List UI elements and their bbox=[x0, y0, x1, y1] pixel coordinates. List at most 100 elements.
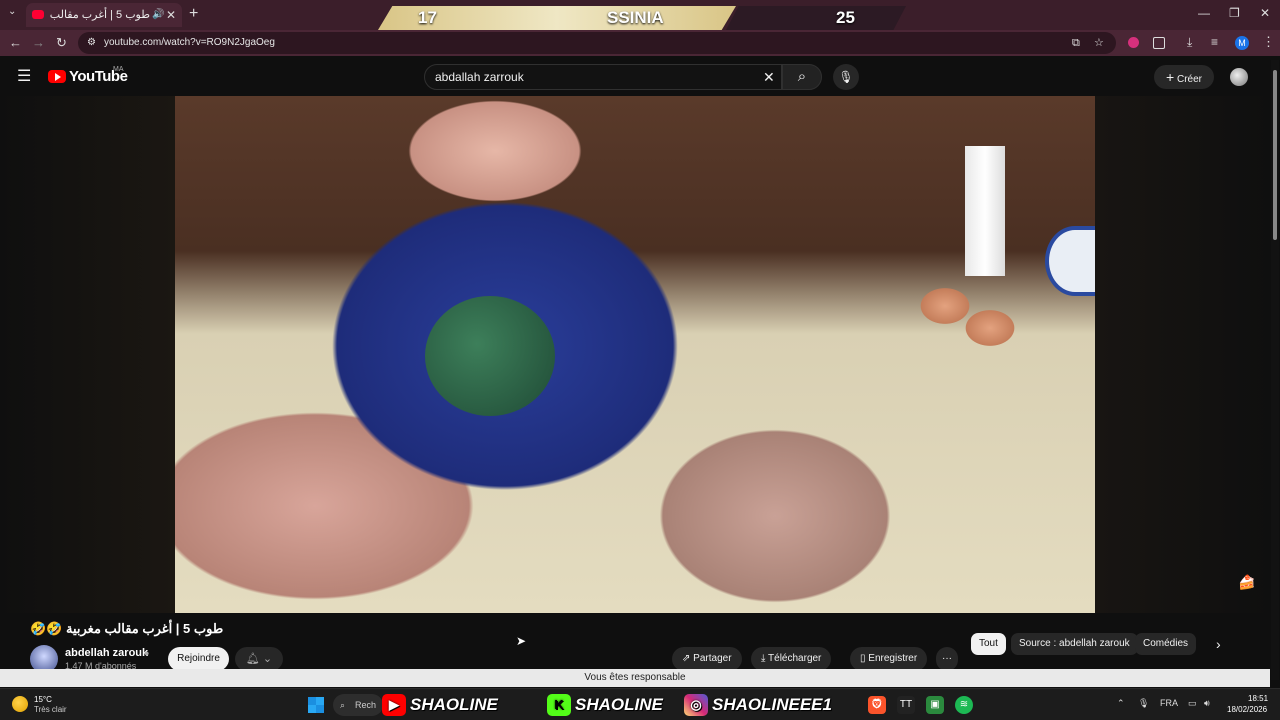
chip-all[interactable]: Tout bbox=[971, 633, 1006, 655]
hamburger-menu-icon[interactable]: ☰ bbox=[17, 66, 31, 86]
download-button[interactable]: ⤓ Télécharger bbox=[751, 647, 832, 671]
tab-list-chevron-icon[interactable]: ⌄ bbox=[8, 6, 16, 17]
site-info-icon[interactable]: ⚙ bbox=[87, 32, 96, 54]
tray-overflow-icon[interactable]: ⌃ bbox=[1117, 698, 1125, 709]
instagram-social-icon: ◎ bbox=[684, 694, 708, 716]
search-button[interactable]: ⌕ bbox=[782, 64, 822, 90]
youtube-social-icon: ▶ bbox=[382, 694, 406, 716]
search-input[interactable]: abdallah zarrouk ✕ bbox=[424, 64, 782, 90]
kick-social-icon: K bbox=[547, 694, 571, 716]
network-icon[interactable]: ▭ bbox=[1188, 698, 1197, 709]
cast-icon[interactable]: ⧉ bbox=[1072, 32, 1080, 54]
windows-taskbar: 15°C Très clair ⌕ Rech ▶ SHAOLINE K SHAO… bbox=[0, 688, 1280, 720]
weather-temperature: 15°C bbox=[34, 695, 52, 704]
kick-handle: SHAOLINE bbox=[575, 695, 663, 714]
video-title: طوب 5 | أغرب مقالب مغربية 🤣🤣 bbox=[30, 621, 224, 636]
language-indicator[interactable]: FRA bbox=[1160, 698, 1178, 708]
window-close-icon[interactable]: ✕ bbox=[1260, 6, 1270, 20]
reload-icon[interactable]: ↻ bbox=[56, 35, 67, 51]
bell-icon: 🔔︎ ⌄ bbox=[245, 653, 273, 665]
channel-name[interactable]: abdellah zarouk bbox=[65, 647, 148, 659]
video-backdrop-right bbox=[1095, 96, 1270, 613]
bookmark-star-icon[interactable]: ☆ bbox=[1094, 32, 1104, 54]
create-label: Créer bbox=[1176, 74, 1202, 85]
clock-date[interactable]: 18/02/2026 bbox=[1227, 705, 1267, 714]
tab-title: طوب 5 | أغرب مقالب مغربية bbox=[50, 9, 150, 21]
restore-icon[interactable]: ❐ bbox=[1229, 6, 1240, 20]
video-frame-ball bbox=[425, 296, 555, 416]
video-frame-candles bbox=[965, 146, 1005, 276]
score-banner-dark bbox=[726, 6, 906, 30]
chip-comedies[interactable]: Comédies bbox=[1135, 633, 1197, 655]
windows-start-icon[interactable] bbox=[308, 697, 324, 713]
notification-bell-button[interactable]: 🔔︎ ⌄ bbox=[235, 647, 283, 671]
forward-icon[interactable]: → bbox=[32, 35, 45, 50]
kick-social-banner: K SHAOLINE bbox=[545, 692, 667, 718]
instagram-handle: SHAOLINEEE1 bbox=[712, 695, 832, 714]
search-icon: ⌕ bbox=[797, 68, 807, 85]
tray-mic-icon[interactable]: 🎙︎ bbox=[1138, 698, 1149, 709]
score-right: 25 bbox=[836, 8, 855, 27]
clock-time[interactable]: 18:51 bbox=[1248, 694, 1268, 703]
video-player[interactable] bbox=[175, 96, 1095, 613]
tiktok-app-icon[interactable]: TT bbox=[897, 696, 915, 714]
tab-close-icon[interactable]: ✕ bbox=[166, 3, 176, 27]
voice-search-button[interactable]: 🎙 bbox=[833, 64, 859, 90]
country-code: MA bbox=[113, 66, 124, 73]
scrollbar-thumb[interactable] bbox=[1273, 70, 1277, 240]
taskbar-search[interactable]: ⌕ Rech bbox=[333, 694, 383, 716]
search-value: abdallah zarrouk bbox=[435, 70, 524, 84]
share-button[interactable]: ⇗ Partager bbox=[672, 647, 742, 671]
minimize-icon[interactable]: — bbox=[1198, 6, 1210, 20]
volume-icon[interactable]: 🔊︎ bbox=[1204, 698, 1210, 709]
game-app-icon[interactable]: ▣ bbox=[926, 696, 944, 714]
weather-icon[interactable] bbox=[12, 696, 28, 712]
new-tab-button[interactable]: + bbox=[189, 5, 198, 23]
download-label: Télécharger bbox=[768, 653, 822, 664]
clear-search-icon[interactable]: ✕ bbox=[763, 65, 775, 89]
taskbar-search-label: Rech bbox=[355, 700, 377, 710]
account-avatar[interactable] bbox=[1230, 68, 1248, 86]
extension-icon[interactable] bbox=[1128, 37, 1139, 48]
browser-tab[interactable]: طوب 5 | أغرب مقالب مغربية 🔊 ✕ bbox=[26, 3, 182, 27]
chips-next-chevron-icon[interactable]: › bbox=[1216, 636, 1221, 652]
browser-toolbar: ← → ↻ ⚙ youtube.com/watch?v=RO9N2JgaOeg … bbox=[0, 30, 1280, 56]
more-actions-button[interactable]: ··· bbox=[936, 647, 958, 671]
brave-app-icon[interactable]: 🦁︎ bbox=[868, 696, 886, 714]
microphone-icon: 🎙 bbox=[838, 70, 854, 84]
youtube-favicon-icon bbox=[32, 10, 44, 19]
video-frame-bowl bbox=[1045, 226, 1095, 296]
download-arrow-icon: ⤓ bbox=[761, 653, 769, 664]
youtube-handle: SHAOLINE bbox=[410, 695, 498, 714]
url-text: youtube.com/watch?v=RO9N2JgaOeg bbox=[104, 37, 275, 48]
create-button[interactable]: + Créer bbox=[1154, 65, 1214, 89]
join-button[interactable]: Rejoindre bbox=[168, 647, 229, 671]
youtube-social-banner: ▶ SHAOLINE bbox=[380, 692, 502, 718]
address-bar[interactable]: ⚙ youtube.com/watch?v=RO9N2JgaOeg ⧉ ☆ bbox=[78, 32, 1116, 54]
media-control-icon[interactable]: ≡ bbox=[1211, 35, 1218, 49]
save-label: Enregistrer bbox=[868, 653, 918, 664]
weather-description: Très clair bbox=[34, 705, 67, 714]
score-name: SSINIA bbox=[607, 8, 664, 27]
share-label: Partager bbox=[693, 653, 732, 664]
verified-badge-icon: ● bbox=[144, 648, 150, 658]
save-button[interactable]: ▯ Enregistrer bbox=[850, 647, 928, 671]
extensions-puzzle-icon[interactable] bbox=[1153, 37, 1165, 49]
mouse-cursor-icon: ➤ bbox=[516, 634, 527, 648]
chip-source[interactable]: Source : abdellah zarouk bbox=[1011, 633, 1138, 655]
youtube-header: ☰ YouTube MA abdallah zarrouk ✕ ⌕ 🎙 + Cr… bbox=[0, 56, 1280, 96]
tab-audio-icon[interactable]: 🔊 bbox=[152, 3, 164, 27]
youtube-play-icon bbox=[55, 73, 61, 81]
plus-icon: + bbox=[1166, 69, 1175, 85]
cake-icon: 🍰 bbox=[1238, 574, 1256, 590]
video-backdrop-left bbox=[0, 96, 175, 613]
profile-avatar[interactable]: M bbox=[1235, 36, 1249, 50]
back-icon[interactable]: ← bbox=[9, 35, 22, 50]
taskbar-search-icon: ⌕ bbox=[340, 700, 346, 710]
instagram-social-banner: ◎ SHAOLINEEE1 bbox=[682, 692, 836, 718]
download-icon[interactable]: ⤓ bbox=[1187, 35, 1192, 50]
share-icon: ⇗ bbox=[682, 653, 694, 664]
toast-message: Vous êtes responsable bbox=[0, 669, 1270, 687]
spotify-app-icon[interactable]: ≋ bbox=[955, 696, 973, 714]
browser-menu-icon[interactable]: ⋮ bbox=[1262, 34, 1275, 50]
